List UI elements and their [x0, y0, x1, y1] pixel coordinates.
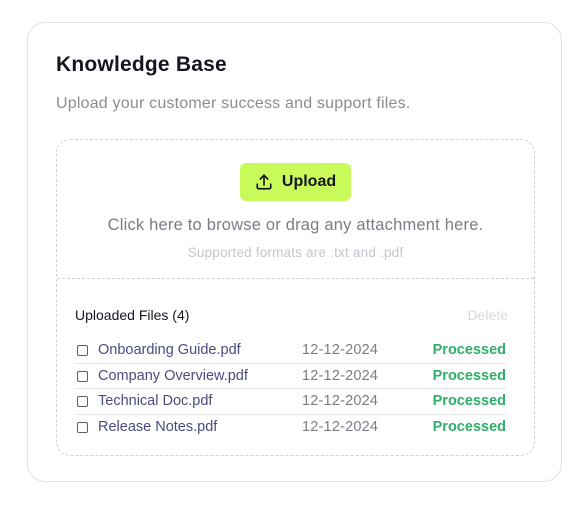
browse-instructions: Click here to browse or drag any attachm…	[107, 216, 484, 234]
file-status: Processed	[432, 367, 506, 384]
card-title: Knowledge Base	[56, 53, 227, 76]
file-date: 12-12-2024	[302, 393, 379, 409]
upload-button-label: Upload	[281, 173, 337, 190]
file-row: Company Overview.pdf 12-12-2024 Processe…	[75, 364, 506, 389]
file-checkbox[interactable]	[77, 421, 88, 433]
file-row: Technical Doc.pdf 12-12-2024 Processed	[75, 389, 506, 415]
delete-button[interactable]: Delete	[468, 307, 508, 323]
file-name[interactable]: Onboarding Guide.pdf	[98, 342, 241, 358]
file-checkbox[interactable]	[77, 396, 88, 407]
upload-icon	[255, 173, 273, 191]
file-name[interactable]: Company Overview.pdf	[98, 368, 248, 384]
supported-formats: Supported formats are .txt and .pdf	[187, 245, 404, 260]
file-name[interactable]: Release Notes.pdf	[98, 419, 217, 435]
file-name[interactable]: Technical Doc.pdf	[98, 393, 212, 409]
file-checkbox[interactable]	[77, 370, 88, 382]
file-list: Onboarding Guide.pdf 12-12-2024 Processe…	[75, 338, 506, 440]
file-row: Onboarding Guide.pdf 12-12-2024 Processe…	[75, 338, 506, 364]
file-row: Release Notes.pdf 12-12-2024 Processed	[75, 415, 506, 441]
file-checkbox[interactable]	[77, 345, 88, 356]
upload-button[interactable]: Upload	[240, 163, 351, 201]
dropzone-divider	[57, 278, 534, 279]
file-status: Processed	[432, 418, 506, 435]
uploaded-files-heading: Uploaded Files (4)	[75, 307, 190, 323]
file-status: Processed	[432, 393, 506, 409]
knowledge-base-card: Knowledge Base Upload your customer succ…	[27, 22, 562, 482]
file-date: 12-12-2024	[302, 342, 379, 358]
file-dropzone[interactable]: Upload Click here to browse or drag any …	[56, 139, 535, 456]
file-status: Processed	[432, 342, 506, 358]
card-subtitle: Upload your customer success and support…	[56, 95, 411, 112]
file-date: 12-12-2024	[302, 418, 379, 435]
file-date: 12-12-2024	[302, 367, 379, 384]
